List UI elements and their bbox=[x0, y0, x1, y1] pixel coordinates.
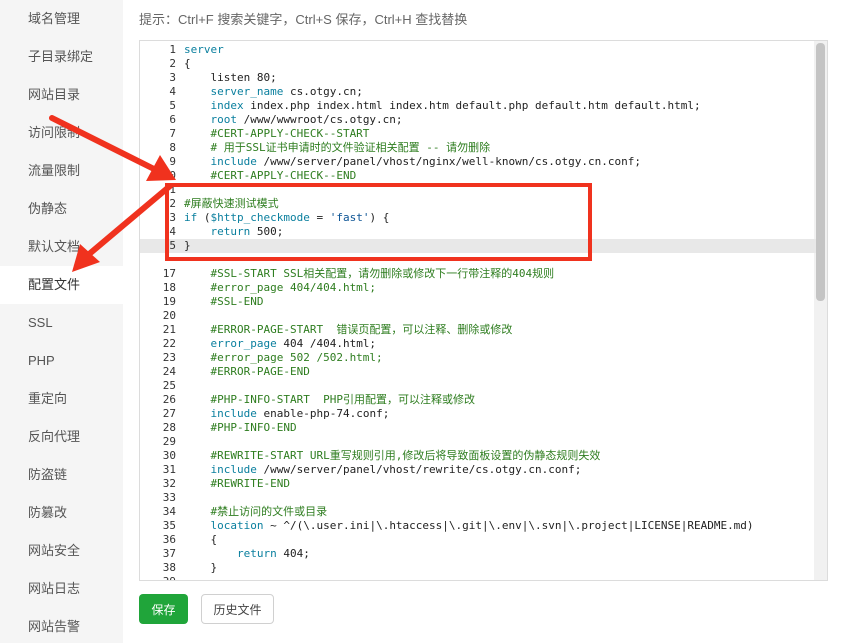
arrow-to-editor bbox=[49, 115, 159, 173]
history-file-button[interactable]: 历史文件 bbox=[201, 594, 274, 624]
arrow-to-sidebar bbox=[85, 183, 173, 258]
save-button[interactable]: 保存 bbox=[139, 594, 188, 624]
annotation-arrows bbox=[49, 115, 176, 272]
